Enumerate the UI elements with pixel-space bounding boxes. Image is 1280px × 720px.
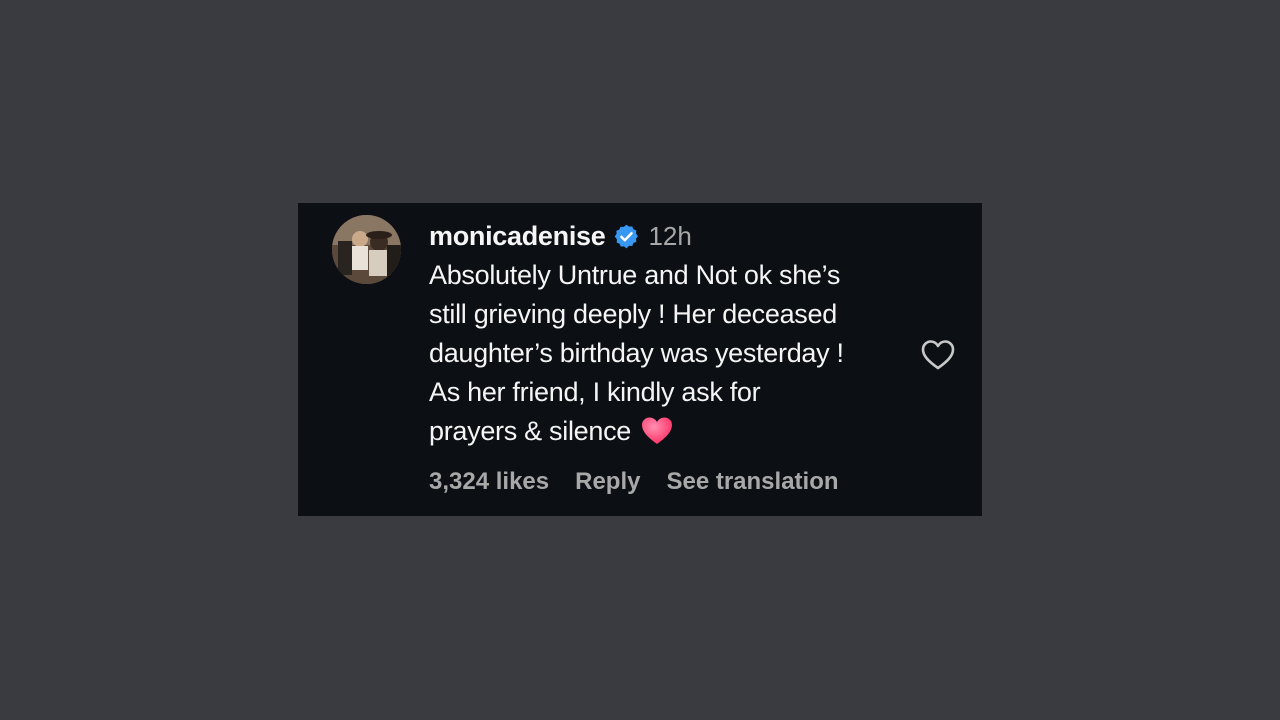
comment-actions: 3,324 likes Reply See translation: [429, 468, 865, 496]
heart-emoji-icon: [641, 416, 673, 446]
comment-line: still grieving deeply ! Her deceased: [429, 299, 837, 329]
comment-line-text: prayers & silence: [429, 416, 631, 446]
verified-badge-icon: [613, 223, 640, 250]
avatar[interactable]: [332, 215, 401, 284]
comment-line-last: prayers & silence: [429, 412, 919, 451]
timestamp: 12h: [648, 220, 692, 251]
comment-text: Absolutely Untrue and Not ok she’s still…: [429, 256, 919, 451]
comment-card: monicadenise 12h Absolutely Untrue and N…: [298, 203, 982, 516]
comment-line: daughter’s birthday was yesterday !: [429, 338, 844, 368]
username[interactable]: monicadenise: [429, 221, 606, 252]
comment-body: monicadenise 12h Absolutely Untrue and N…: [429, 217, 919, 451]
reply-button[interactable]: Reply: [575, 468, 640, 496]
see-translation-button[interactable]: See translation: [666, 468, 838, 496]
like-heart-icon[interactable]: [920, 338, 956, 372]
likes-count[interactable]: 3,324 likes: [429, 468, 549, 496]
comment-header: monicadenise 12h: [429, 217, 919, 255]
comment-line: As her friend, I kindly ask for: [429, 377, 761, 407]
comment-line: Absolutely Untrue and Not ok she’s: [429, 260, 841, 290]
page-background: monicadenise 12h Absolutely Untrue and N…: [0, 0, 1280, 720]
